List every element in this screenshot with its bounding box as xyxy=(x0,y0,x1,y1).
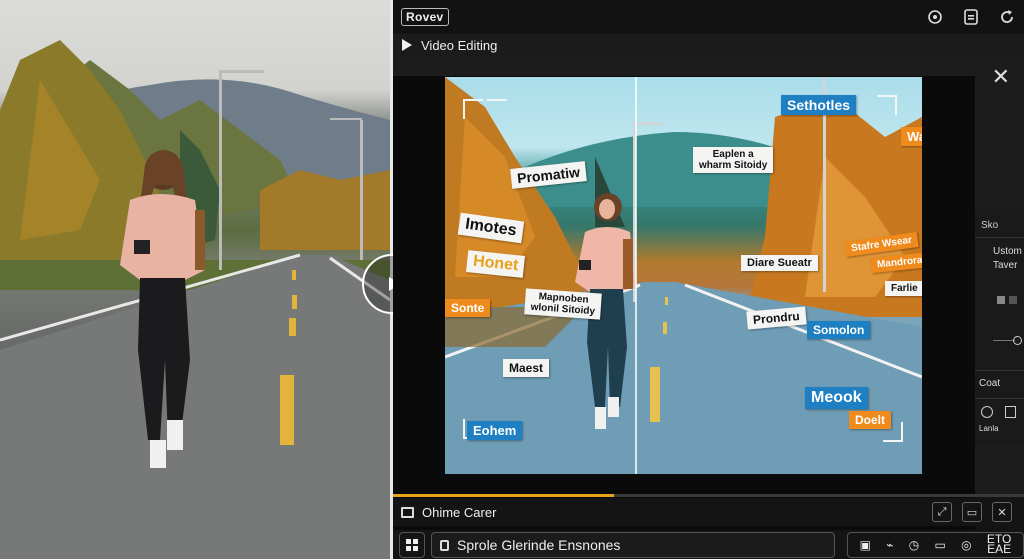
panel-label: Ustom xyxy=(993,246,1022,257)
caption-tag-multiline[interactable]: Eaplen a wharm Sitoidy xyxy=(693,147,774,173)
panel-label: Lanla xyxy=(979,424,999,433)
caption-tag-multiline[interactable]: Mapnoben wlonil Sitoidy xyxy=(524,288,603,320)
caption-tag[interactable]: Farlie xyxy=(885,281,922,296)
prompt-input-value: Sprole Glerinde Ensnones xyxy=(457,537,621,553)
properties-panel: Sko Ustom Taver Coat Lanla xyxy=(975,214,1024,444)
panel-divider xyxy=(975,370,1024,371)
tool-strip: ▣ ⌁ ◷ ▭ ◎ ETO EAE xyxy=(847,532,1024,558)
caption-tag[interactable]: Sonte xyxy=(445,299,491,317)
video-frame[interactable]: Sethotles Wan? Eaplen a wharm Sitoidy Pr… xyxy=(445,77,922,474)
grid-icon xyxy=(406,539,418,551)
close-icon[interactable]: ✕ xyxy=(992,64,1010,90)
caption-tag[interactable]: Diare Sueatr xyxy=(741,255,818,271)
swatch[interactable] xyxy=(1009,296,1017,304)
clip-label: Ohime Carer xyxy=(422,504,497,520)
swatch[interactable] xyxy=(997,296,1005,304)
slider-track[interactable] xyxy=(993,340,1015,341)
grid-menu-button[interactable] xyxy=(399,532,425,558)
monitor-icon[interactable]: ▭ xyxy=(934,538,945,552)
document-icon xyxy=(440,539,449,551)
app-logo: Rovev xyxy=(401,8,449,26)
clip-bar: Ohime Carer ⤢ ▭ ✕ xyxy=(393,498,1024,526)
screen: Rovev Video Editing Sethotles W Eaplen a… xyxy=(0,0,1024,559)
caption-tag[interactable]: Doelt xyxy=(849,411,891,429)
panel-section-title: Coat xyxy=(979,378,1001,389)
selection-bracket-tr xyxy=(877,95,897,115)
frame-icon[interactable]: ▭ xyxy=(962,502,982,522)
play-icon[interactable] xyxy=(402,39,412,51)
prompt-input[interactable]: Sprole Glerinde Ensnones xyxy=(431,532,835,558)
original-photo xyxy=(0,40,390,559)
clip-icon xyxy=(401,506,414,518)
tool-label-bottom: EAE xyxy=(987,542,1012,556)
caption-line: Eaplen a xyxy=(712,149,754,160)
list-icon[interactable] xyxy=(1005,406,1016,418)
expand-icon[interactable]: ⤢ xyxy=(932,502,952,522)
clock-icon[interactable]: ◷ xyxy=(909,538,919,552)
badge-icon[interactable] xyxy=(924,6,946,28)
selection-bracket-line xyxy=(487,99,507,101)
timeline-progress[interactable] xyxy=(393,494,1024,497)
slider-knob[interactable] xyxy=(1013,336,1022,345)
route-icon[interactable]: ⌁ xyxy=(886,538,893,552)
window-title: Video Editing xyxy=(421,37,498,53)
video-viewer: Sethotles Wan? Eaplen a wharm Sitoidy Pr… xyxy=(393,76,975,530)
editor-stage: Sethotles Wan? Eaplen a wharm Sitoidy Pr… xyxy=(393,56,1024,530)
window-titlebar: Video Editing xyxy=(393,34,1024,56)
properties-tab[interactable]: Sko xyxy=(975,214,1024,238)
bottom-toolbar: Sprole Glerinde Ensnones ▣ ⌁ ◷ ▭ ◎ ETO E… xyxy=(393,530,1024,559)
document-icon[interactable] xyxy=(960,6,982,28)
caption-tag[interactable]: Meook xyxy=(805,387,868,409)
target-icon[interactable]: ◎ xyxy=(961,538,971,552)
caption-tag[interactable]: Sethotles xyxy=(781,95,857,115)
camera-icon[interactable]: ▣ xyxy=(860,538,871,552)
caption-tag[interactable]: Eohem xyxy=(467,421,523,440)
close-box-icon[interactable]: ✕ xyxy=(992,502,1012,522)
caption-line: wharm Sitoidy xyxy=(699,160,768,171)
app-topbar: Rovev xyxy=(393,0,1024,34)
clock-icon[interactable] xyxy=(981,406,993,418)
tool-label[interactable]: ETO EAE xyxy=(987,533,1012,556)
clip-actions: ⤢ ▭ ✕ xyxy=(932,502,1012,522)
caption-tag[interactable]: Somolon xyxy=(807,321,871,339)
selection-bracket-tl xyxy=(463,99,483,119)
editor-app: Rovev Video Editing Sethotles W Eaplen a… xyxy=(393,0,1024,559)
panel-divider xyxy=(975,398,1024,399)
refresh-icon[interactable] xyxy=(996,6,1018,28)
split-line[interactable] xyxy=(635,77,637,474)
panel-label: Taver xyxy=(993,260,1018,271)
caption-tag[interactable]: Maest xyxy=(503,359,550,377)
topbar-icons xyxy=(924,6,1018,28)
timeline-progress-fill xyxy=(393,494,614,497)
caption-tag[interactable]: Wan? xyxy=(901,127,922,146)
original-photo-panel xyxy=(0,0,390,559)
